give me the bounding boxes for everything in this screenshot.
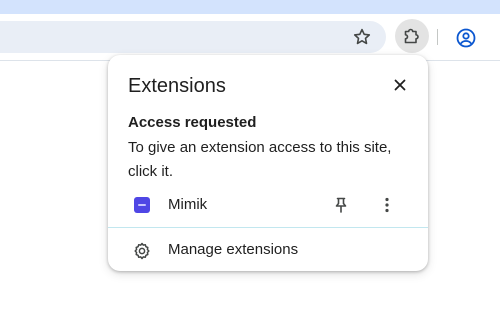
manage-extensions-button[interactable]: Manage extensions: [108, 235, 428, 265]
window-titlebar: [0, 0, 500, 14]
manage-extensions-label: Manage extensions: [168, 241, 299, 258]
extensions-button[interactable]: [395, 19, 429, 53]
toolbar-separator: [437, 29, 438, 45]
extensions-popup: Extensions Access requested To give an e…: [108, 55, 428, 271]
popup-title: Extensions: [128, 75, 226, 97]
extension-item-mimik[interactable]: Mimik: [108, 190, 428, 220]
puzzle-piece-icon: [404, 28, 419, 44]
gear-icon: [132, 241, 152, 261]
address-bar[interactable]: [0, 21, 386, 53]
browser-toolbar: [0, 14, 500, 61]
star-icon[interactable]: [352, 27, 372, 47]
pin-icon[interactable]: [332, 196, 350, 214]
divider: [108, 227, 428, 228]
extension-icon: [134, 197, 150, 213]
more-vertical-icon[interactable]: [378, 196, 396, 214]
section-heading: Access requested: [128, 114, 257, 131]
section-description: To give an extension access to this site…: [128, 139, 392, 180]
extension-name: Mimik: [168, 196, 208, 213]
close-icon[interactable]: [390, 75, 410, 95]
account-circle-icon[interactable]: [455, 27, 477, 49]
